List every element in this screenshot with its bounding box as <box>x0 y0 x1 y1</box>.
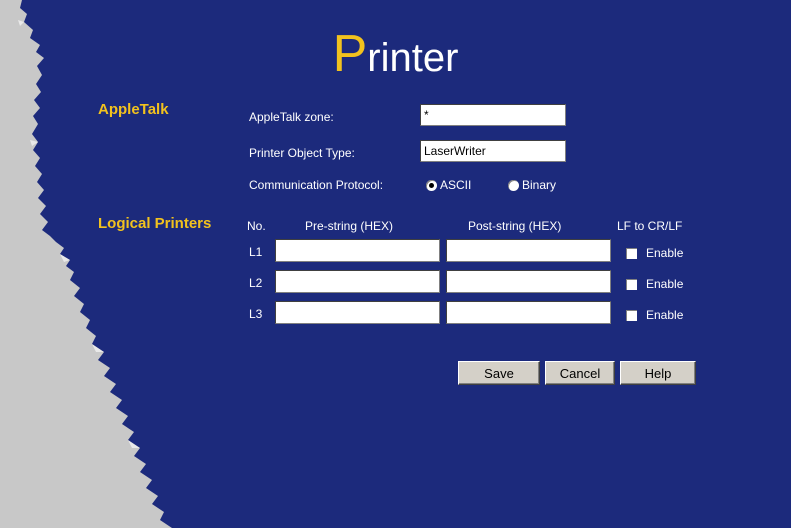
post-string-input-l2[interactable] <box>446 270 611 293</box>
row-label-l1: L1 <box>249 245 263 259</box>
enable-label-l2: Enable <box>646 277 684 291</box>
row-label-l3: L3 <box>249 307 263 321</box>
checkbox-l2[interactable] <box>626 278 637 290</box>
printer-object-type-label: Printer Object Type: <box>249 146 355 160</box>
protocol-option-ascii[interactable]: ASCII <box>426 178 471 192</box>
enable-label-l3: Enable <box>646 308 684 322</box>
post-string-input-l1[interactable] <box>446 239 611 262</box>
post-string-input-l3[interactable] <box>446 301 611 324</box>
radio-binary-label: Binary <box>522 178 557 192</box>
checkbox-l3[interactable] <box>626 309 637 321</box>
printer-object-type-input[interactable] <box>420 140 566 162</box>
enable-checkbox-l3[interactable]: Enable <box>626 308 683 322</box>
save-button[interactable]: Save <box>458 361 540 385</box>
help-button[interactable]: Help <box>620 361 696 385</box>
column-header-pre-string: Pre-string (HEX) <box>305 219 394 233</box>
enable-label-l1: Enable <box>646 246 684 260</box>
page-title: Printer <box>332 25 459 83</box>
cancel-button[interactable]: Cancel <box>545 361 615 385</box>
appletalk-zone-input[interactable] <box>420 104 566 126</box>
pre-string-input-l3[interactable] <box>275 301 440 324</box>
section-label-appletalk: AppleTalk <box>98 101 169 118</box>
pre-string-input-l1[interactable] <box>275 239 440 262</box>
communication-protocol-label: Communication Protocol: <box>249 178 384 192</box>
pre-string-input-l2[interactable] <box>275 270 440 293</box>
section-label-logical-printers: Logical Printers <box>98 215 212 232</box>
column-header-lf-to-crlf: LF to CR/LF <box>617 219 683 233</box>
radio-binary[interactable] <box>508 179 519 191</box>
radio-ascii-label: ASCII <box>440 178 472 192</box>
column-header-no: No. <box>247 219 266 233</box>
appletalk-zone-label: AppleTalk zone: <box>249 110 334 124</box>
enable-checkbox-l1[interactable]: Enable <box>626 246 683 260</box>
radio-ascii[interactable] <box>426 179 437 191</box>
protocol-option-binary[interactable]: Binary <box>508 178 556 192</box>
row-label-l2: L2 <box>249 276 263 290</box>
column-header-post-string: Post-string (HEX) <box>468 219 562 233</box>
checkbox-l1[interactable] <box>626 247 637 259</box>
enable-checkbox-l2[interactable]: Enable <box>626 277 683 291</box>
